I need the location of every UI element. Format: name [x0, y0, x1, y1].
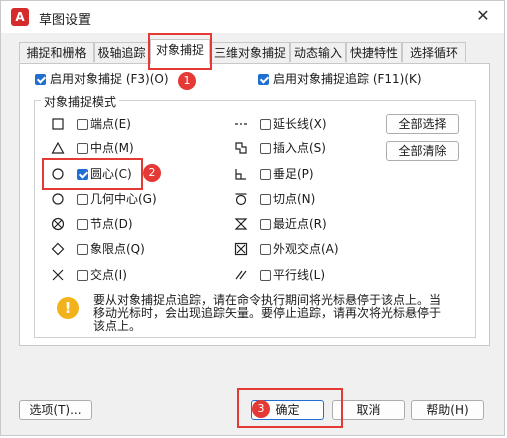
quadrant-checkbox[interactable] [77, 244, 88, 255]
clear-all-button[interactable]: 全部清除 [386, 141, 459, 161]
extension-checkbox[interactable] [260, 119, 271, 130]
options-button[interactable]: 选项(T)... [19, 400, 92, 420]
step-badge-2: 2 [143, 164, 161, 182]
geometric-center-label: 几何中心(G) [90, 192, 157, 206]
otrack-on-checkbox[interactable] [258, 74, 269, 85]
select-all-button[interactable]: 全部选择 [386, 114, 459, 134]
parallel-checkbox[interactable] [260, 270, 271, 281]
autocad-app-icon: A [11, 8, 29, 26]
tip-lightbulb-icon: ! [57, 297, 79, 319]
extension-icon [235, 123, 247, 125]
circle-icon [52, 193, 64, 205]
x-icon [52, 269, 64, 281]
tab-3d-object-snap[interactable]: 三维对象捕捉 [210, 42, 290, 62]
parallel-icon [235, 270, 247, 280]
snap-modes-legend: 对象捕捉模式 [41, 93, 120, 110]
tangent-checkbox[interactable] [260, 194, 271, 205]
window-title: 草图设置 [39, 13, 92, 28]
highlight-box-center [42, 158, 143, 190]
close-icon: ✕ [476, 6, 490, 25]
title-bar: A 草图设置 ✕ [1, 1, 504, 33]
tab-snap-grid[interactable]: 捕捉和栅格 [19, 42, 94, 62]
endpoint-label: 端点(E) [90, 117, 131, 131]
nearest-label: 最近点(R) [273, 217, 327, 231]
step-badge-1: 1 [178, 72, 196, 90]
apparent-intersection-icon [234, 242, 248, 256]
apparent-intersection-label: 外观交点(A) [273, 242, 339, 256]
help-button[interactable]: 帮助(H) [411, 400, 484, 420]
parallel-label: 平行线(L) [273, 268, 326, 282]
close-button[interactable]: ✕ [468, 3, 498, 29]
node-label: 节点(D) [90, 217, 133, 231]
step-badge-3: 3 [252, 400, 270, 418]
quadrant-label: 象限点(Q) [90, 242, 145, 256]
tangent-label: 切点(N) [273, 192, 316, 206]
endpoint-checkbox[interactable] [77, 119, 88, 130]
perpendicular-label: 垂足(P) [273, 167, 314, 181]
tab-quick-properties[interactable]: 快捷特性 [346, 42, 402, 62]
highlight-box-tab [148, 33, 212, 70]
extension-label: 延长线(X) [273, 117, 327, 131]
tab-selection-cycling[interactable]: 选择循环 [402, 42, 466, 62]
tab-dynamic-input[interactable]: 动态输入 [290, 42, 346, 62]
tab-polar-tracking[interactable]: 极轴追踪 [94, 42, 149, 62]
triangle-icon [51, 141, 65, 154]
insert-icon [235, 142, 247, 154]
perpendicular-icon [235, 169, 246, 180]
otrack-on-label: 启用对象捕捉追踪 (F11)(K) [273, 72, 422, 86]
tracking-tip-text: 要从对象捕捉点追踪，请在命令执行期间将光标悬停于该点上。当移动光标时，会出现追踪… [93, 293, 442, 333]
insertion-label: 插入点(S) [273, 141, 326, 155]
tangent-icon [235, 193, 247, 206]
nearest-checkbox[interactable] [260, 219, 271, 230]
nearest-icon [234, 218, 248, 230]
node-icon [51, 217, 65, 231]
insertion-checkbox[interactable] [260, 143, 271, 154]
osnap-on-label: 启用对象捕捉 (F3)(O) [50, 72, 169, 86]
node-checkbox[interactable] [77, 219, 88, 230]
tab-strip: 捕捉和栅格 极轴追踪 对象捕捉 三维对象捕捉 动态输入 快捷特性 选择循环 [19, 39, 489, 64]
geometric-center-checkbox[interactable] [77, 194, 88, 205]
square-icon [52, 118, 64, 130]
apparent-intersection-checkbox[interactable] [260, 244, 271, 255]
diamond-icon [51, 242, 65, 256]
osnap-on-checkbox[interactable] [35, 74, 46, 85]
perpendicular-checkbox[interactable] [260, 169, 271, 180]
intersection-label: 交点(I) [90, 268, 127, 282]
midpoint-checkbox[interactable] [77, 143, 88, 154]
midpoint-label: 中点(M) [90, 141, 134, 155]
intersection-checkbox[interactable] [77, 270, 88, 281]
